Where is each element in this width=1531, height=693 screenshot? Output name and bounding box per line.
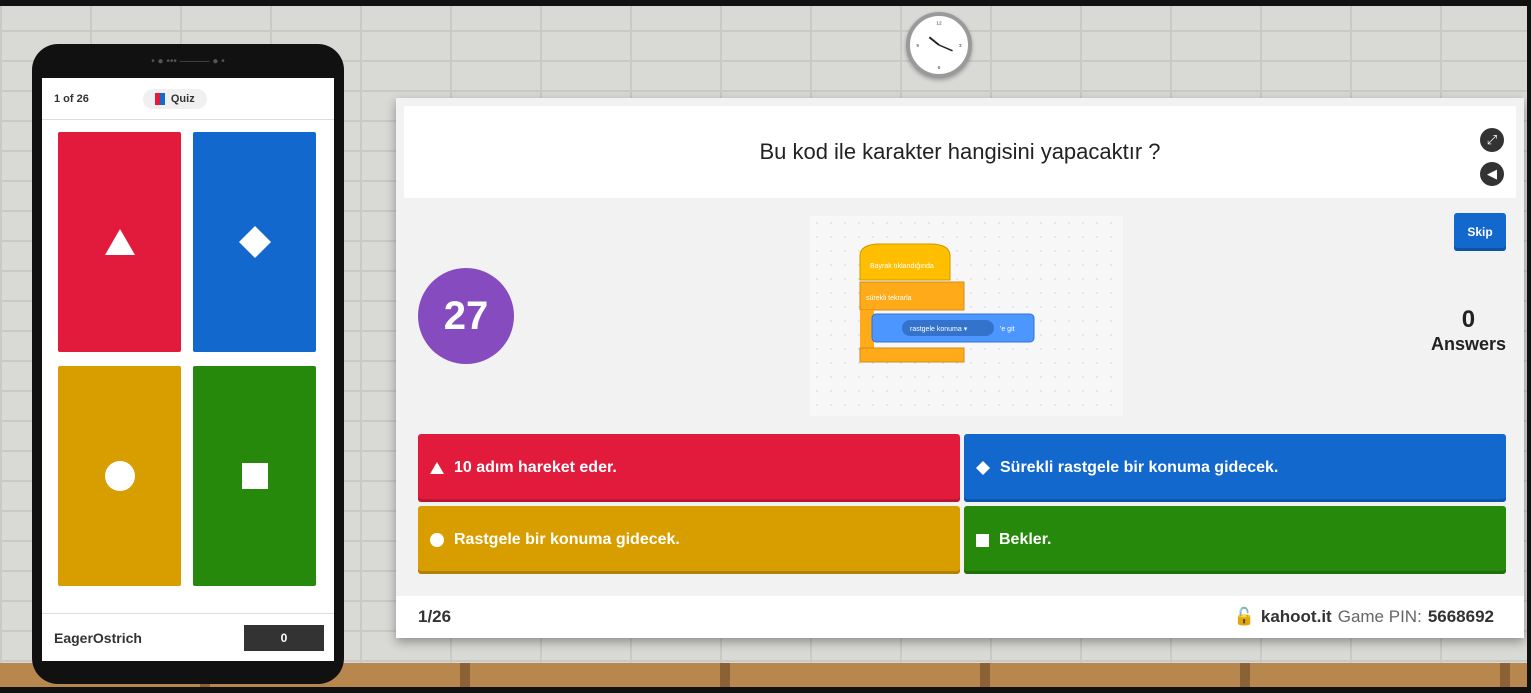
- quiz-mode-label: Quiz: [170, 92, 195, 105]
- answers-counter: 0 Answers: [1431, 306, 1506, 355]
- option-diamond[interactable]: Sürekli rastgele bir konuma gidecek.: [964, 434, 1506, 502]
- footer-progress: 1/26: [418, 607, 452, 626]
- game-pin-info: 🔓 kahoot.it Game PIN: 5668692: [1234, 607, 1494, 627]
- answers-label: Answers: [1430, 334, 1506, 354]
- game-screen: Bu kod ile karakter hangisini yapacaktır…: [396, 98, 1524, 638]
- svg-text:12: 12: [936, 21, 942, 27]
- motion-suffix-label: 'e git: [1000, 326, 1015, 333]
- fullscreen-icon[interactable]: ⤢: [1480, 128, 1504, 152]
- answer-tiles: [58, 132, 316, 588]
- svg-text:9: 9: [916, 43, 919, 49]
- phone-screen: 1 of 26 Quiz EagerOstrich 0: [42, 78, 334, 661]
- option-triangle[interactable]: 10 adım hareket eder.: [418, 434, 960, 502]
- loop-block-label: sürekli tekrarla: [866, 295, 912, 302]
- diamond-icon: [238, 226, 271, 258]
- phone-footer: EagerOstrich 0: [42, 613, 334, 661]
- option-text: Sürekli rastgele bir konuma gidecek.: [1000, 459, 1279, 476]
- game-footer: 1/26 🔓 kahoot.it Game PIN: 5668692: [396, 596, 1524, 638]
- triangle-icon: [430, 462, 444, 474]
- diamond-icon: [976, 461, 990, 475]
- phone-device: • ● ••• ——— ● • 1 of 26 Quiz EagerOstric…: [32, 44, 344, 684]
- site-name: kahoot.it: [1260, 607, 1332, 626]
- circle-icon: [104, 461, 135, 491]
- question-progress: 1 of 26: [54, 92, 89, 105]
- option-square[interactable]: Bekler.: [964, 506, 1506, 574]
- volume-icon[interactable]: ◀: [1480, 162, 1504, 186]
- bottom-frame: [0, 687, 1531, 693]
- answer-tile-diamond[interactable]: [193, 132, 316, 352]
- quiz-mode-pill: Quiz: [142, 88, 207, 109]
- svg-text:3: 3: [959, 43, 962, 49]
- answer-options: 10 adım hareket eder. Sürekli rastgele b…: [418, 434, 1506, 574]
- triangle-icon: [104, 229, 135, 255]
- hat-block-label: Bayrak tıklandığında: [870, 263, 934, 270]
- answer-tile-triangle[interactable]: [58, 132, 181, 352]
- answer-tile-square[interactable]: [193, 366, 316, 586]
- question-header: Bu kod ile karakter hangisini yapacaktır…: [404, 106, 1516, 198]
- option-text: Bekler.: [999, 531, 1052, 548]
- lock-icon: 🔓: [1233, 607, 1255, 626]
- player-name: EagerOstrich: [54, 629, 142, 646]
- answers-count: 0: [1461, 306, 1476, 333]
- pin-label: Game PIN:: [1337, 607, 1422, 626]
- option-text: 10 adım hareket eder.: [454, 459, 617, 476]
- square-icon: [976, 533, 989, 547]
- option-circle[interactable]: Rastgele bir konuma gidecek.: [418, 506, 960, 574]
- top-frame: [0, 0, 1531, 6]
- question-image: Bayrak tıklandığında sürekli tekrarla ra…: [810, 216, 1123, 416]
- square-icon: [241, 463, 268, 489]
- answer-tile-circle[interactable]: [58, 366, 181, 586]
- player-score: 0: [244, 624, 324, 651]
- phone-header: 1 of 26 Quiz: [42, 78, 334, 120]
- quiz-icon: [154, 92, 165, 105]
- skip-button[interactable]: Skip: [1454, 213, 1506, 251]
- motion-dropdown-label: rastgele konuma ▾: [910, 326, 968, 333]
- phone-speaker: • ● ••• ——— ● •: [151, 56, 225, 67]
- game-pin: 5668692: [1427, 607, 1494, 626]
- option-text: Rastgele bir konuma gidecek.: [454, 531, 680, 548]
- wall-clock: 12 3 6 9: [906, 12, 972, 78]
- svg-text:6: 6: [938, 65, 941, 71]
- scratch-code-blocks: Bayrak tıklandığında sürekli tekrarla ra…: [859, 243, 1035, 363]
- circle-icon: [430, 533, 444, 547]
- question-text: Bu kod ile karakter hangisini yapacaktır…: [759, 139, 1161, 164]
- countdown-timer: 27: [418, 268, 514, 364]
- right-frame: [1527, 0, 1531, 693]
- header-controls: ⤢ ◀: [1480, 128, 1504, 186]
